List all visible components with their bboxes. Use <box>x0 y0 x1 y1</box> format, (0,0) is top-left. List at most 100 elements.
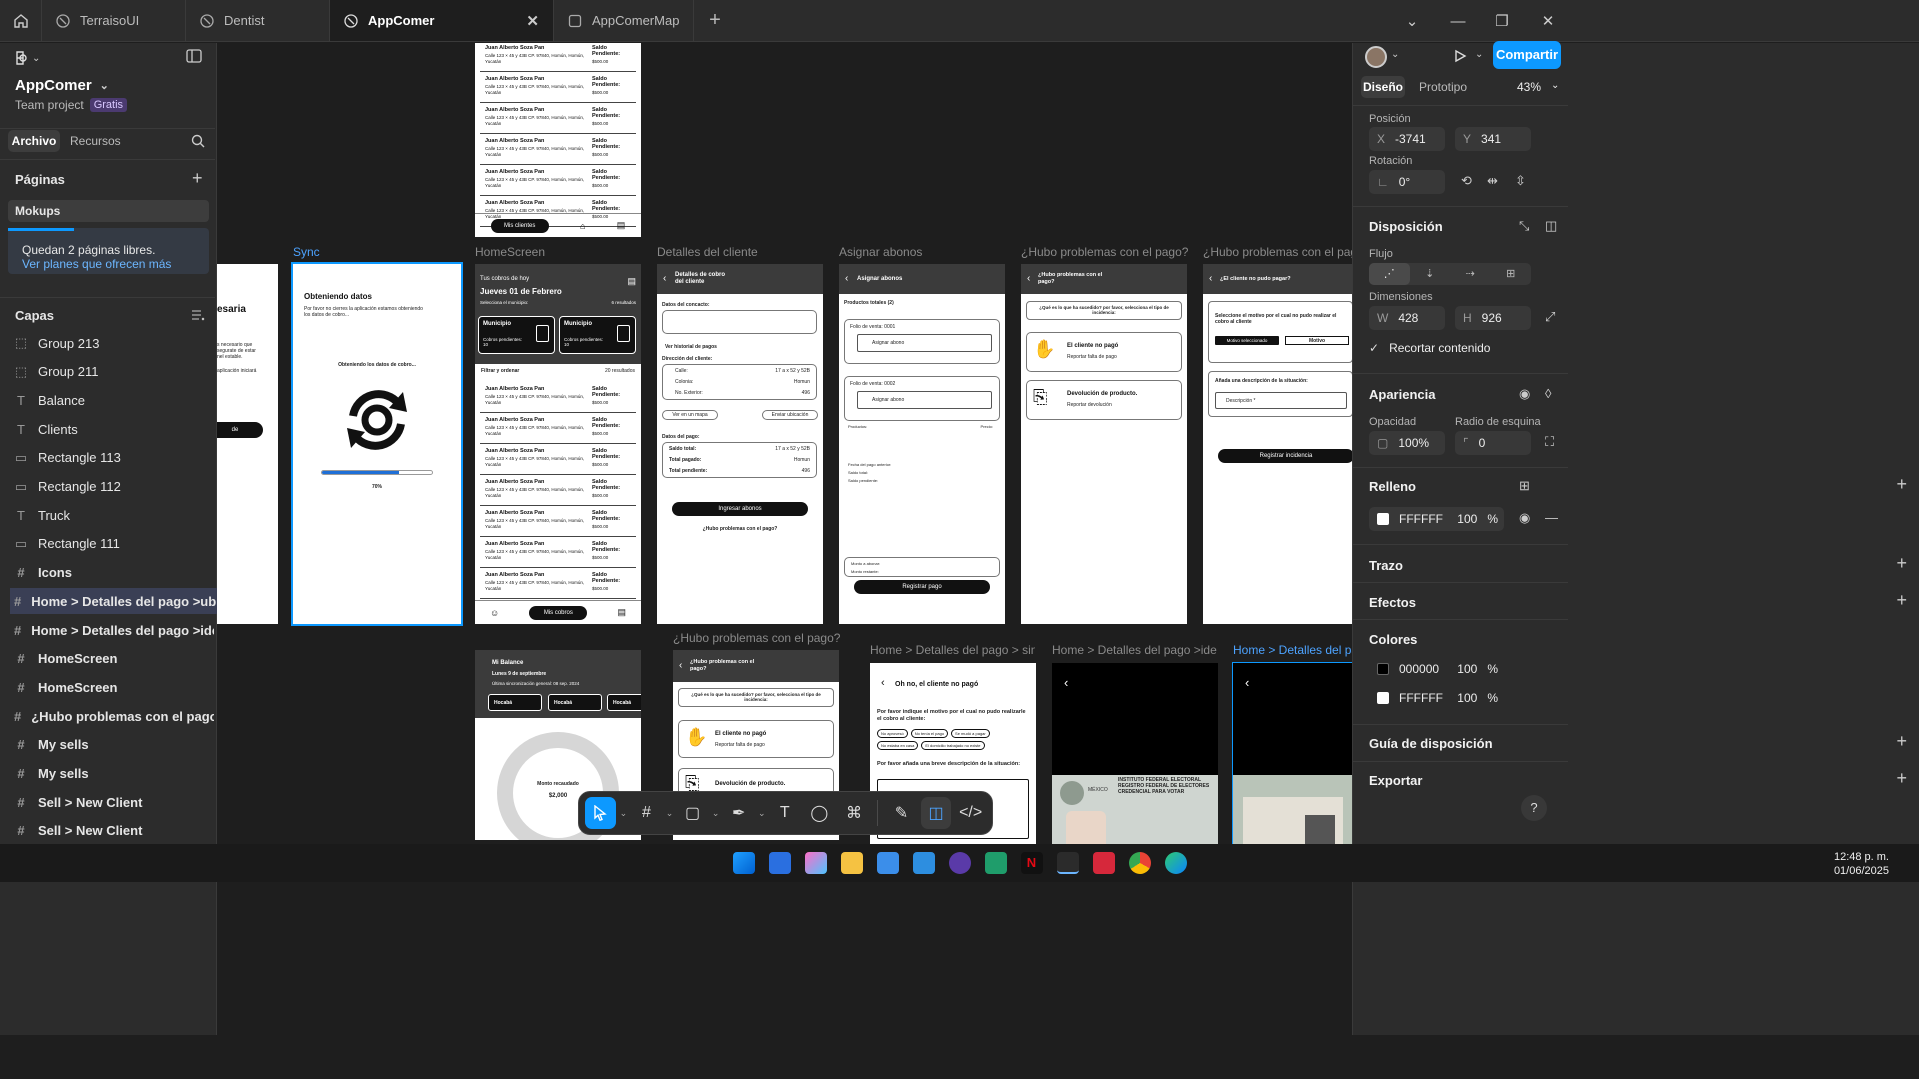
filter-label[interactable]: Filtrar y ordenar <box>481 368 519 374</box>
search-button[interactable] <box>191 134 205 151</box>
flip-horizontal-icon[interactable]: ⇹ <box>1487 173 1498 189</box>
color-swatch[interactable] <box>1377 663 1389 675</box>
tab-prototype[interactable]: Prototipo <box>1419 80 1467 94</box>
flow-selector[interactable]: ⋰ ⇣ ⇢ ⊞ <box>1369 263 1531 285</box>
resize-icon[interactable]: ⤢ <box>1545 309 1555 325</box>
present-button[interactable] <box>1453 49 1467 66</box>
client-row[interactable]: Juan Alberto Soza Pan Calle 123 × 45 y 43… <box>480 444 636 475</box>
design-mode-button[interactable]: ◫ <box>920 797 952 829</box>
nav-mis-cobros[interactable]: Mis cobros <box>529 605 588 620</box>
back-arrow-icon[interactable]: ‹ <box>1209 273 1212 284</box>
chevron-down-icon[interactable]: ⌄ <box>1475 49 1483 60</box>
droplet-icon[interactable]: ◊ <box>1545 386 1551 401</box>
layer-item[interactable]: # Home > Detalles del pago >ubicación <box>10 588 217 615</box>
frame-label-problems-3[interactable]: ¿Hubo problemas con el pago? <box>673 631 840 645</box>
store-icon[interactable] <box>876 852 899 874</box>
layer-item[interactable]: # Sell > New Client <box>14 818 214 844</box>
client-row[interactable]: Juan Alberto Soza Pan Calle 123 × 45 y 43… <box>480 103 636 134</box>
canvas[interactable]: Juan Alberto Soza Pan Calle 123 × 45 y 43… <box>217 43 1352 1035</box>
chevron-down-icon[interactable]: ⌄ <box>1391 49 1399 60</box>
home-button[interactable] <box>0 0 42 41</box>
layer-item[interactable]: # ¿Hubo problemas con el pago? <box>14 703 214 729</box>
comment-tool-button[interactable]: ◯ <box>804 797 835 829</box>
client-row[interactable]: Juan Alberto Soza Pan Calle 123 × 45 y 43… <box>480 165 636 196</box>
reason-tag[interactable]: No estaba en casa <box>877 741 919 750</box>
frame-label-detalles-sel[interactable]: Home > Detalles del pago <box>1233 643 1352 657</box>
send-location-button[interactable]: Enviar ubicación <box>762 410 818 420</box>
remove-icon[interactable]: — <box>1545 510 1558 525</box>
flow-horizontal-icon[interactable]: ⇢ <box>1450 263 1491 285</box>
checkbox-checked-icon[interactable]: ✓ <box>1369 341 1379 355</box>
width-field[interactable]: W 428 <box>1369 306 1445 330</box>
shape-tool-button[interactable]: ▢ <box>677 797 708 829</box>
flow-free-icon[interactable]: ⋰ <box>1369 263 1410 285</box>
game-icon[interactable] <box>984 852 1007 874</box>
tab-design[interactable]: Diseño <box>1361 76 1405 98</box>
collapse-icon[interactable]: ⤡ <box>1519 218 1529 234</box>
document-icon[interactable]: ▤ <box>617 607 626 618</box>
municipio-chip[interactable]: Hocabá <box>548 694 602 711</box>
color-swatch[interactable] <box>1377 692 1389 704</box>
frame-details[interactable]: ‹ Detalles de cobro del cliente Datos de… <box>657 264 823 624</box>
back-arrow-icon[interactable]: ‹ <box>1027 273 1030 284</box>
add-payment-button[interactable]: Ingresar abonos <box>672 502 808 516</box>
municipio-card[interactable]: Municipio Cobros pendientes: 10 <box>559 316 636 354</box>
zoom-control[interactable]: 43% ⌄ <box>1517 80 1559 94</box>
client-row[interactable]: Juan Alberto Soza Pan Calle 123 × 45 y 43… <box>480 537 636 568</box>
motivo-selected[interactable]: Motivo seleccionado <box>1215 336 1279 345</box>
tab-file[interactable]: Archivo <box>8 130 60 152</box>
add-guide-button[interactable]: + <box>1896 731 1907 752</box>
close-tab-icon[interactable]: ✕ <box>526 12 539 30</box>
layer-item[interactable]: # Icons <box>14 560 214 586</box>
add-fill-button[interactable]: + <box>1896 474 1907 495</box>
toggle-sidebar-button[interactable] <box>186 49 202 66</box>
back-arrow-icon[interactable]: ‹ <box>1245 675 1249 690</box>
layer-item[interactable]: T Truck <box>14 502 214 528</box>
add-export-button[interactable]: + <box>1896 768 1907 789</box>
opacity-field[interactable]: ▢ 100% <box>1369 431 1445 455</box>
back-arrow-icon[interactable]: ‹ <box>845 273 848 284</box>
styles-grid-icon[interactable]: ⊞ <box>1519 478 1530 494</box>
figma-icon[interactable] <box>1056 852 1079 874</box>
frame-assign[interactable]: ‹ Asignar abonos Productos totales (2) F… <box>839 264 1005 624</box>
browser-icon[interactable] <box>948 852 971 874</box>
flow-grid-icon[interactable]: ⊞ <box>1491 263 1532 285</box>
independent-corners-icon[interactable]: ⛶ <box>1545 434 1554 450</box>
tab-appcomermap[interactable]: AppComerMap <box>554 0 694 41</box>
pen-tool-button[interactable]: ✒ <box>723 797 754 829</box>
height-field[interactable]: H 926 <box>1455 306 1531 330</box>
frame-label-detalles-sin[interactable]: Home > Detalles del pago > sin ... <box>870 643 1035 657</box>
motivo-option[interactable]: Motivo <box>1285 336 1349 345</box>
clip-content-row[interactable]: ✓ Recortar contenido <box>1369 341 1490 355</box>
color-row-white[interactable]: FFFFFF 100 % <box>1369 686 1504 710</box>
draw-mode-button[interactable]: ✎ <box>886 797 917 829</box>
back-arrow-icon[interactable]: ‹ <box>663 273 666 284</box>
rotation-field[interactable]: ∟ 0° <box>1369 170 1445 194</box>
windows-start-icon[interactable] <box>732 852 755 874</box>
client-row[interactable]: Juan Alberto Soza Pan Calle 123 × 45 y 43… <box>480 134 636 165</box>
frame-problems[interactable]: ‹ ¿Hubo problemas con el pago? ¿Qué es l… <box>1021 264 1187 624</box>
layer-item[interactable]: ⬚ Group 211 <box>14 359 214 385</box>
chrome-icon[interactable] <box>1128 852 1151 874</box>
layer-item[interactable]: ⬚ Group 213 <box>14 330 214 356</box>
actions-button[interactable]: ⌘ <box>839 797 870 829</box>
layer-item[interactable]: T Clients <box>14 416 214 442</box>
client-row[interactable]: Juan Alberto Soza Pan Calle 123 × 45 y 43… <box>480 568 636 599</box>
page-item-mokups[interactable]: Mokups <box>8 200 209 222</box>
map-button[interactable]: Ver en un mapa <box>662 410 718 420</box>
description-input[interactable]: Descripción * <box>1215 392 1347 409</box>
x-field[interactable]: X -3741 <box>1369 127 1445 151</box>
fill-field[interactable]: FFFFFF 100 % <box>1369 507 1504 531</box>
y-field[interactable]: Y 341 <box>1455 127 1531 151</box>
tab-dentist[interactable]: Dentist <box>186 0 330 41</box>
layer-item[interactable]: # Sell > New Client <box>14 789 214 815</box>
chevron-down-icon[interactable]: ⌄ <box>666 808 674 819</box>
new-tab-button[interactable]: + <box>694 0 736 41</box>
text-tool-button[interactable]: T <box>770 797 801 829</box>
color-row-black[interactable]: 000000 100 % <box>1369 657 1504 681</box>
municipio-chip[interactable]: Hocabá <box>488 694 542 711</box>
tab-terraisoui[interactable]: TerraisoUI <box>42 0 186 41</box>
frame-label-problems[interactable]: ¿Hubo problemas con el pago? <box>1021 245 1188 259</box>
frame-label-details[interactable]: Detalles del cliente <box>657 245 758 259</box>
flip-vertical-icon[interactable]: ⇳ <box>1515 173 1526 189</box>
